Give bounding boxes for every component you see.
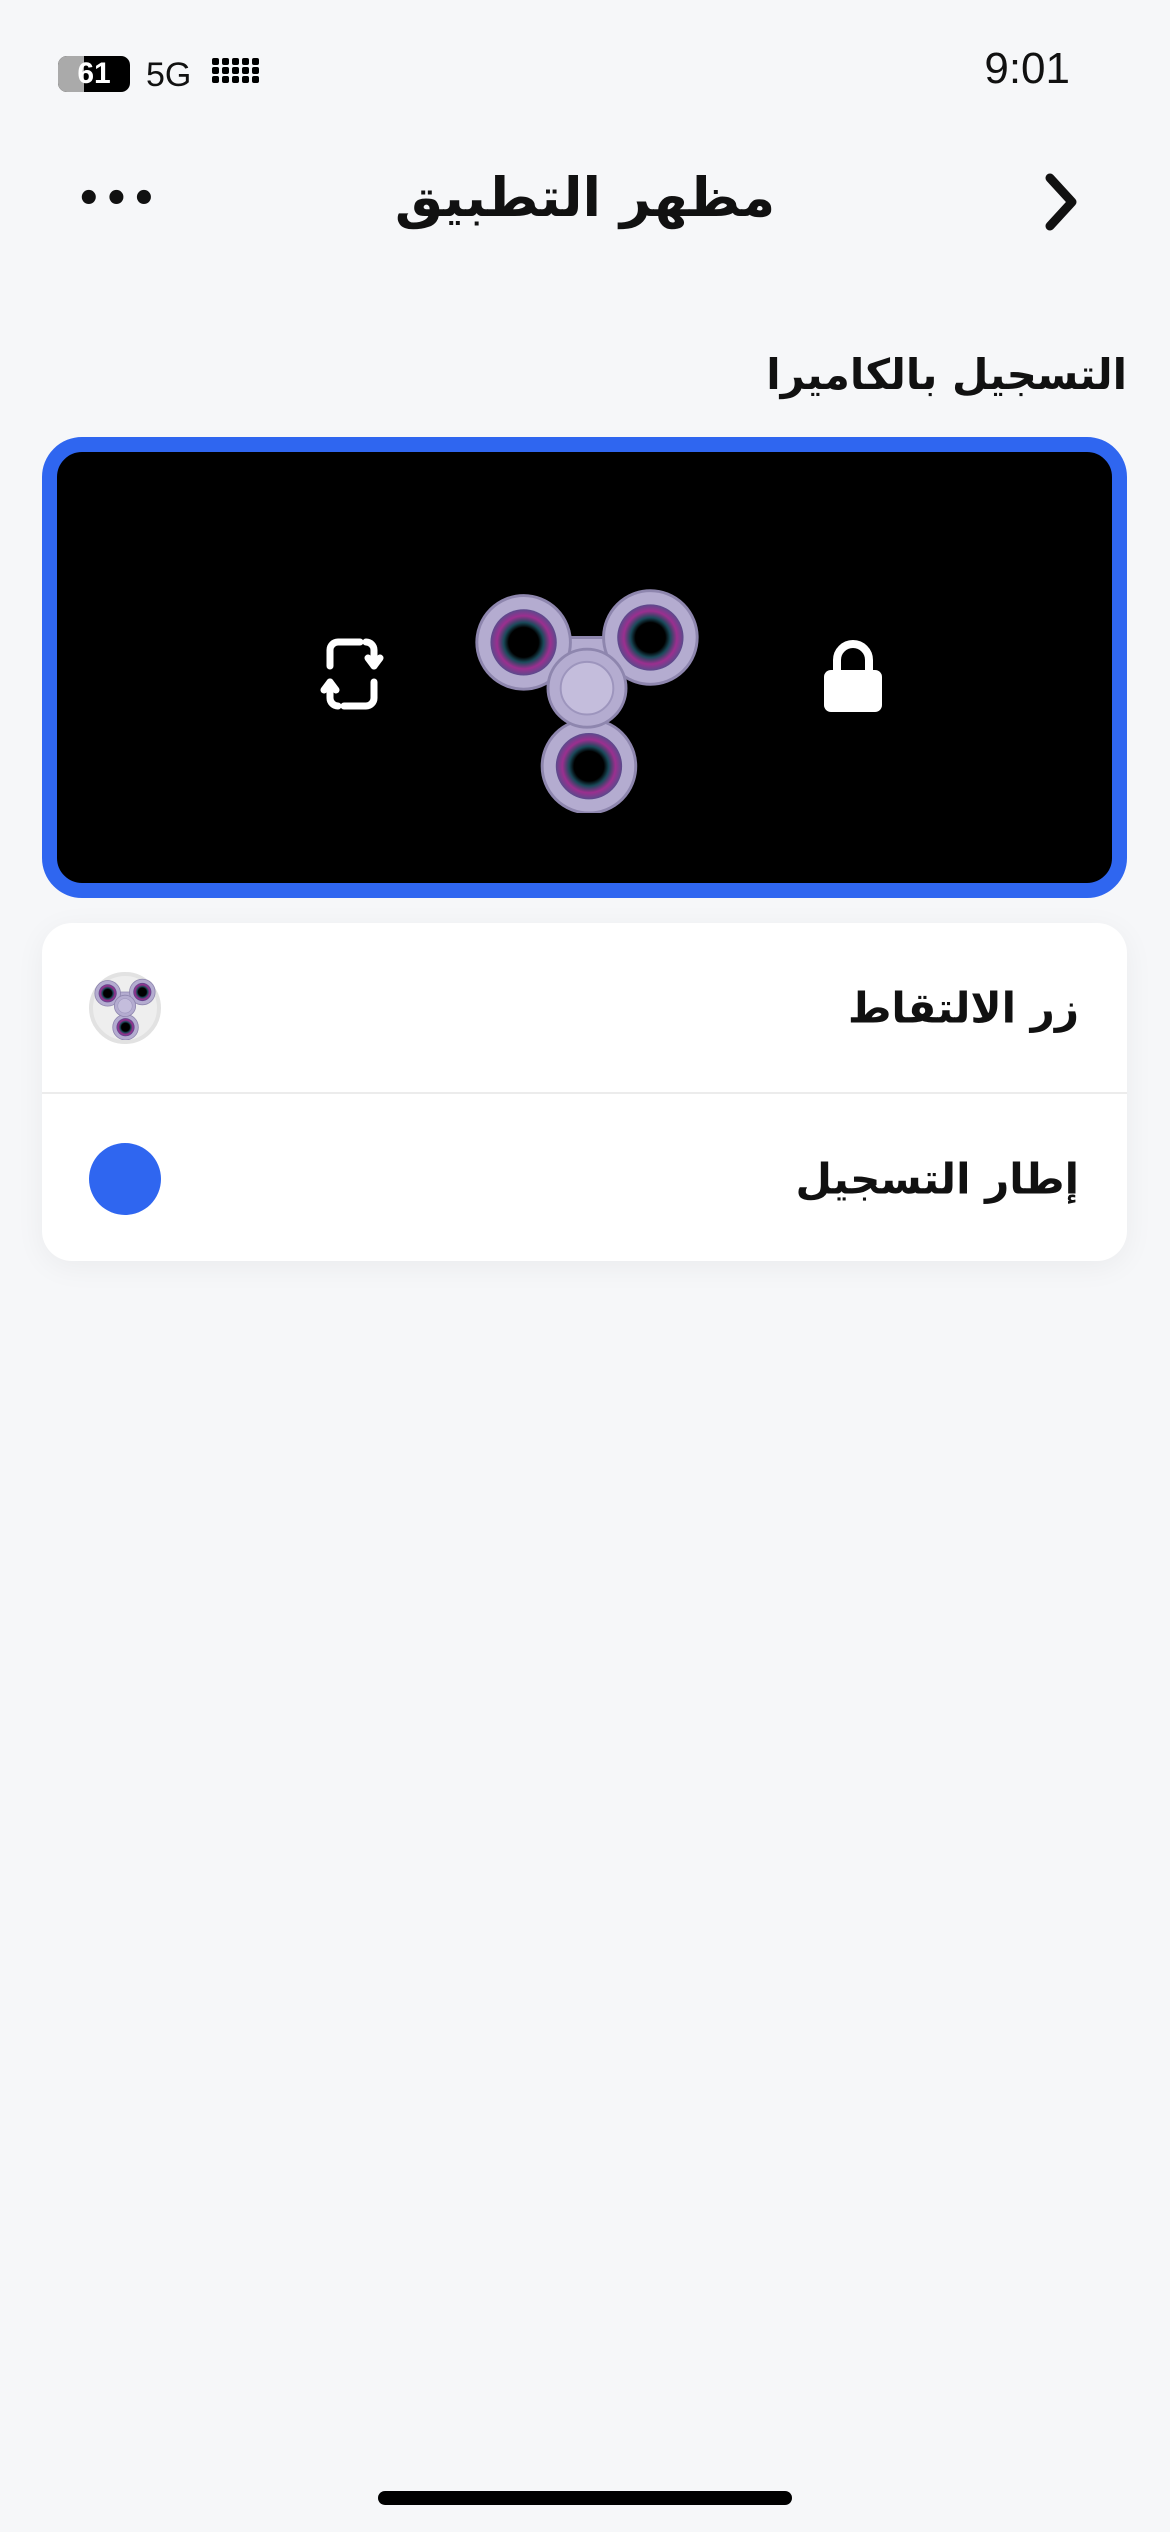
frame-color-swatch xyxy=(89,1142,161,1215)
fidget-spinner-image xyxy=(470,579,704,817)
appearance-settings-list: زر الالتقاط إطار التسجيل xyxy=(42,923,1127,1261)
network-label: 5G xyxy=(146,56,192,94)
signal-icon xyxy=(212,58,260,83)
recording-frame-label: إطار التسجيل xyxy=(795,1154,1079,1203)
lock-icon[interactable] xyxy=(822,638,884,718)
chevron-right-icon[interactable] xyxy=(1040,172,1084,236)
ellipsis-icon[interactable]: ••• xyxy=(76,176,159,222)
recording-frame-row[interactable]: إطار التسجيل xyxy=(42,1094,1127,1263)
capture-button-row[interactable]: زر الالتقاط xyxy=(42,923,1127,1092)
fidget-spinner-thumbnail-icon xyxy=(89,971,161,1044)
section-title: التسجيل بالكاميرا xyxy=(766,350,1127,399)
status-time: 9:01 xyxy=(984,44,1070,93)
home-indicator[interactable] xyxy=(378,2491,792,2505)
battery-indicator: 61 xyxy=(58,56,130,92)
page-title: مظهر التطبيق xyxy=(394,166,776,229)
camera-preview xyxy=(42,437,1127,898)
rotate-icon[interactable] xyxy=(320,636,384,716)
capture-button-label: زر الالتقاط xyxy=(847,983,1079,1032)
